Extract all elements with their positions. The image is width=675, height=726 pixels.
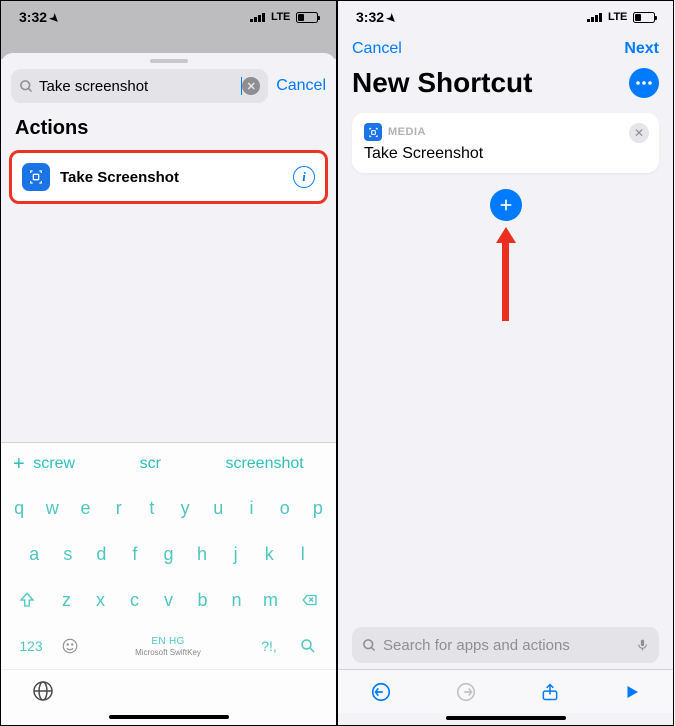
remove-action-icon[interactable]: ✕ [629,123,649,143]
play-icon[interactable] [623,683,641,701]
key-f[interactable]: f [120,535,151,573]
more-button[interactable] [629,68,659,98]
action-take-screenshot[interactable]: Take Screenshot i [9,150,328,204]
clear-search-icon[interactable]: ✕ [242,77,260,95]
undo-icon[interactable] [370,681,392,703]
location-icon: ➤ [384,11,400,27]
card-text: Take Screenshot [364,145,647,163]
status-bar: 3:32➤ LTE [338,1,673,33]
globe-bar [1,669,336,711]
add-suggestion-icon[interactable]: + [13,453,25,476]
space-key[interactable]: EN HG Microsoft SwiftKey [88,627,248,665]
key-r[interactable]: r [104,489,134,527]
share-icon[interactable] [540,681,560,703]
mic-icon[interactable] [636,636,649,654]
bottom-area: Search for apps and actions [338,627,673,725]
key-row-2: a s d f g h j k l [1,531,336,577]
new-shortcut-panel: 3:32➤ LTE Cancel Next New Shortcut MEDIA… [337,0,674,726]
key-l[interactable]: l [287,535,318,573]
key-row-1: q w e r t y u i o p [1,485,336,531]
key-j[interactable]: j [220,535,251,573]
title-bar: New Shortcut [338,65,673,109]
home-indicator[interactable] [109,715,229,719]
key-n[interactable]: n [221,581,252,619]
search-key[interactable] [290,627,326,665]
info-icon[interactable]: i [293,166,315,188]
key-x[interactable]: x [85,581,116,619]
key-c[interactable]: c [119,581,150,619]
key-u[interactable]: u [203,489,233,527]
suggestion-1[interactable]: screw [33,455,75,473]
screenshot-icon [364,123,382,141]
carrier-label: LTE [271,11,290,23]
redo-icon [455,681,477,703]
key-p[interactable]: p [303,489,333,527]
suggestion-2[interactable]: scr [140,455,161,473]
status-time: 3:32 [356,9,384,25]
emoji-key[interactable] [54,627,85,665]
battery-icon [296,12,318,23]
key-m[interactable]: m [255,581,286,619]
battery-icon [633,12,655,23]
signal-bars-icon [587,12,602,22]
keyboard-lang: EN HG [151,636,184,647]
suggestion-3[interactable]: screenshot [225,455,303,473]
key-t[interactable]: t [137,489,167,527]
status-time: 3:32 [19,9,47,25]
card-category: MEDIA [388,126,426,138]
screenshot-icon [22,163,50,191]
search-input[interactable]: Take screenshot ✕ [11,69,268,103]
backspace-key[interactable] [289,581,331,619]
symbols-key[interactable]: ?!, [251,627,287,665]
key-e[interactable]: e [70,489,100,527]
section-header: Actions [1,111,336,148]
key-g[interactable]: g [153,535,184,573]
search-icon [19,79,34,94]
key-i[interactable]: i [236,489,266,527]
key-row-3: z x c v b n m [1,577,336,623]
page-title: New Shortcut [352,67,532,99]
suggestion-bar[interactable]: + screw scr screenshot [1,443,336,485]
key-b[interactable]: b [187,581,218,619]
key-v[interactable]: v [153,581,184,619]
key-a[interactable]: a [19,535,50,573]
search-placeholder: Search for apps and actions [383,637,570,654]
numeric-key[interactable]: 123 [11,627,51,665]
search-apps-input[interactable]: Search for apps and actions [352,627,659,663]
key-h[interactable]: h [187,535,218,573]
carrier-label: LTE [608,11,627,23]
cancel-button[interactable]: Cancel [276,77,326,95]
search-icon [362,638,377,653]
home-indicator[interactable] [446,716,566,720]
globe-icon[interactable] [31,679,55,703]
nav-bar: Cancel Next [338,33,673,65]
key-y[interactable]: y [170,489,200,527]
action-label: Take Screenshot [60,169,283,186]
location-icon: ➤ [47,11,63,27]
next-button[interactable]: Next [624,40,659,58]
key-z[interactable]: z [51,581,82,619]
add-action-button[interactable] [490,189,522,221]
sheet-grabber[interactable] [150,59,188,63]
key-o[interactable]: o [270,489,300,527]
signal-bars-icon [250,12,265,22]
key-d[interactable]: d [86,535,117,573]
action-card[interactable]: MEDIA ✕ Take Screenshot [352,113,659,173]
key-k[interactable]: k [254,535,285,573]
key-w[interactable]: w [37,489,67,527]
key-q[interactable]: q [4,489,34,527]
shift-key[interactable] [6,581,48,619]
status-bar: 3:32➤ LTE [1,1,336,33]
key-s[interactable]: s [53,535,84,573]
dimmed-background: 3:32➤ LTE [1,1,336,59]
search-text: Take screenshot [39,78,242,95]
cancel-button[interactable]: Cancel [352,40,402,58]
search-sheet: Take screenshot ✕ Cancel Actions Take Sc… [1,53,336,725]
bottom-toolbar [338,669,673,713]
keyboard[interactable]: + screw scr screenshot q w e r t y u i o… [1,442,336,725]
key-row-4: 123 EN HG Microsoft SwiftKey ?!, [1,623,336,669]
search-actions-panel: 3:32➤ LTE Take screenshot ✕ Cancel Actio… [0,0,337,726]
keyboard-brand: Microsoft SwiftKey [135,648,201,657]
